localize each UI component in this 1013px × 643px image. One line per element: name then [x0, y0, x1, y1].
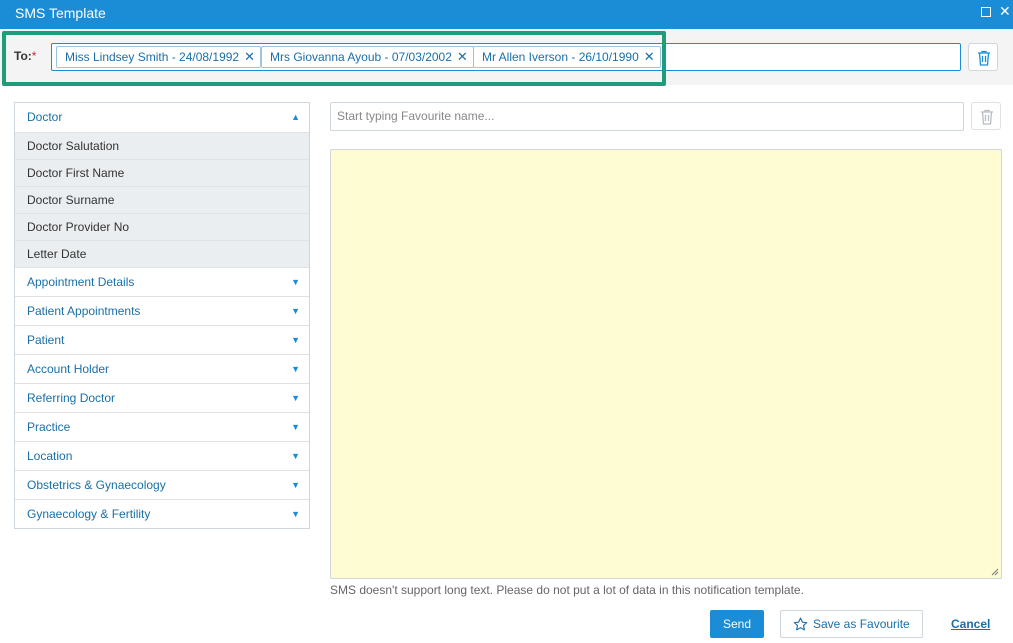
maximize-icon[interactable] [981, 7, 991, 17]
field-group-label: Account Holder [27, 362, 110, 376]
field-group[interactable]: Appointment Details ▼ [15, 267, 309, 296]
field-item[interactable]: Doctor Salutation [15, 132, 309, 159]
field-group[interactable]: Obstetrics & Gynaecology ▼ [15, 470, 309, 499]
field-group-label: Doctor [27, 110, 63, 124]
chevron-down-icon: ▼ [291, 509, 300, 519]
star-icon [793, 617, 808, 631]
cancel-link[interactable]: Cancel [951, 617, 990, 631]
field-item[interactable]: Letter Date [15, 240, 309, 267]
sms-length-note: SMS doesn't support long text. Please do… [330, 583, 804, 597]
field-group[interactable]: Practice ▼ [15, 412, 309, 441]
field-group-label: Patient [27, 333, 65, 347]
chevron-down-icon: ▼ [291, 364, 300, 374]
close-icon[interactable]: ✕ [999, 3, 1011, 19]
chevron-down-icon: ▼ [291, 306, 300, 316]
field-group[interactable]: Location ▼ [15, 441, 309, 470]
delete-favourite-button[interactable] [971, 102, 1001, 130]
favourite-name-input[interactable]: Start typing Favourite name... [330, 102, 964, 131]
recipients-highlight [2, 31, 666, 86]
resize-handle-icon[interactable] [991, 568, 999, 576]
trash-icon [981, 109, 993, 125]
window-title: SMS Template [15, 5, 106, 21]
field-item[interactable]: Doctor Provider No [15, 213, 309, 240]
chevron-down-icon: ▼ [291, 480, 300, 490]
chevron-down-icon: ▼ [291, 422, 300, 432]
chevron-down-icon: ▼ [291, 451, 300, 461]
window-titlebar: SMS Template ✕ [0, 0, 1013, 29]
field-group-label: Appointment Details [27, 275, 135, 289]
field-group-label: Practice [27, 420, 71, 434]
message-textarea[interactable] [330, 149, 1002, 579]
save-favourite-label: Save as Favourite [813, 617, 910, 631]
field-group-label: Referring Doctor [27, 391, 116, 405]
chevron-up-icon: ▲ [291, 112, 300, 122]
field-group[interactable]: Account Holder ▼ [15, 354, 309, 383]
field-group-label: Patient Appointments [27, 304, 141, 318]
field-group[interactable]: Referring Doctor ▼ [15, 383, 309, 412]
clear-recipients-button[interactable] [968, 43, 998, 71]
field-group-label: Gynaecology & Fertility [27, 507, 151, 521]
field-group[interactable]: Gynaecology & Fertility ▼ [15, 499, 309, 528]
field-group[interactable]: Patient Appointments ▼ [15, 296, 309, 325]
field-group-doctor[interactable]: Doctor ▲ [15, 103, 309, 132]
trash-icon [978, 50, 990, 66]
field-group-label: Obstetrics & Gynaecology [27, 478, 166, 492]
field-group-label: Location [27, 449, 73, 463]
field-list: Doctor ▲ Doctor Salutation Doctor First N… [14, 102, 310, 529]
chevron-down-icon: ▼ [291, 393, 300, 403]
save-favourite-button[interactable]: Save as Favourite [780, 610, 923, 638]
chevron-down-icon: ▼ [291, 335, 300, 345]
send-button[interactable]: Send [710, 610, 764, 638]
field-item[interactable]: Doctor Surname [15, 186, 309, 213]
chevron-down-icon: ▼ [291, 277, 300, 287]
field-group[interactable]: Patient ▼ [15, 325, 309, 354]
field-item[interactable]: Doctor First Name [15, 159, 309, 186]
